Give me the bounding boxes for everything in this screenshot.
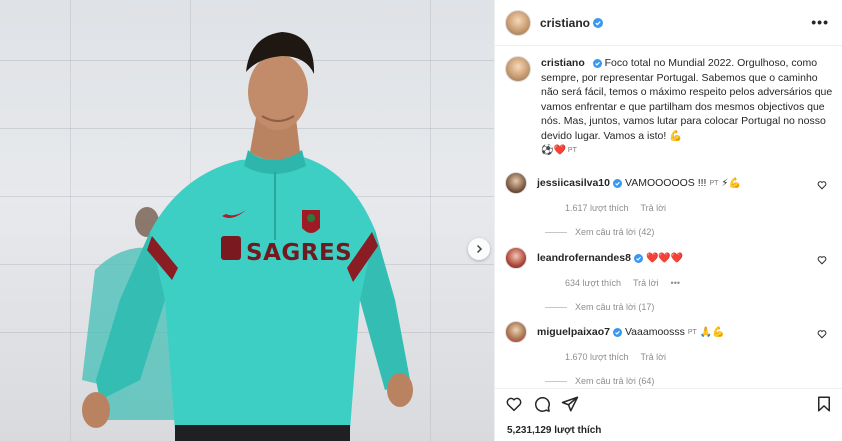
caption-text: Foco total no Mundial 2022. Orgulhoso, c… — [541, 57, 833, 142]
commenter-username[interactable]: miguelpaixao7 — [537, 326, 610, 338]
post-photo[interactable]: SAGRES — [0, 0, 494, 441]
commenter-username[interactable]: jessiicasilva10 — [537, 177, 610, 189]
reply-button[interactable]: Trả lời — [640, 352, 666, 362]
verified-badge-icon — [633, 253, 643, 263]
verified-badge-icon — [593, 17, 604, 28]
comment-like-icon[interactable] — [817, 255, 827, 265]
comment-like-count[interactable]: 1.670 lượt thích — [565, 352, 628, 362]
post-dialog: SAGRES cristiano ••• cristiano Foco tota… — [0, 0, 842, 441]
author-username[interactable]: cristiano — [540, 16, 590, 30]
post-like-count[interactable]: 5,231,129 lượt thích — [507, 425, 601, 436]
chevron-right-icon — [476, 244, 483, 254]
comment-like-icon[interactable] — [817, 329, 827, 339]
view-replies-label: Xem câu trả lời (64) — [575, 376, 655, 386]
verified-badge-icon — [612, 178, 622, 188]
reply-button[interactable]: Trả lời — [640, 203, 666, 213]
commenter-username[interactable]: leandrofernandes8 — [537, 252, 631, 264]
heart-icon[interactable] — [505, 395, 523, 413]
comment-item: leandrofernandes8 ❤️❤️❤️ 634 lượt thích … — [505, 247, 835, 312]
comment-more-button[interactable]: ••• — [671, 278, 680, 288]
comment-emoji: 🙏💪 — [699, 326, 725, 338]
post-header: cristiano ••• — [495, 0, 842, 46]
shirt-sponsor-text: SAGRES — [246, 240, 353, 266]
flag-label: PT — [709, 179, 719, 187]
comment-like-count[interactable]: 634 lượt thích — [565, 278, 621, 288]
comment-like-count[interactable]: 1.617 lượt thích — [565, 203, 628, 213]
caption-footer: ⚽❤️ PT — [541, 144, 835, 159]
comment-text: VAMOOOOOS !!! — [624, 177, 707, 189]
player-illustration — [82, 32, 413, 441]
caption-emoji: ⚽❤️ — [541, 145, 566, 156]
comment-emoji: ⚡💪 — [721, 177, 741, 189]
comment-like-icon[interactable] — [817, 180, 827, 190]
commenter-avatar[interactable] — [505, 247, 527, 269]
verified-badge-icon — [592, 59, 602, 68]
bookmark-icon[interactable] — [815, 395, 833, 413]
comment-icon[interactable] — [533, 395, 551, 413]
comment-item: jessiicasilva10 VAMOOOOOS !!! PT ⚡💪 1.61… — [505, 172, 835, 237]
verified-badge-icon — [612, 327, 622, 337]
commenter-avatar[interactable] — [505, 321, 527, 343]
comment-item: miguelpaixao7 Vaaamoosss PT 🙏💪 1.670 lượ… — [505, 321, 835, 386]
view-replies-button[interactable]: Xem câu trả lời (64) — [545, 376, 835, 386]
post-caption: cristiano Foco total no Mundial 2022. Or… — [505, 56, 835, 159]
reply-button[interactable]: Trả lời — [633, 278, 659, 288]
commenter-avatar[interactable] — [505, 172, 527, 194]
author-avatar[interactable] — [505, 9, 531, 36]
comment-emoji: ❤️❤️❤️ — [645, 252, 684, 264]
share-icon[interactable] — [561, 395, 579, 413]
caption-author-username[interactable]: cristiano — [541, 57, 585, 69]
comment-text: Vaaamoosss — [624, 326, 685, 338]
more-options-button[interactable]: ••• — [811, 14, 829, 30]
replies-divider — [545, 380, 567, 382]
caption-author-avatar[interactable] — [505, 56, 531, 82]
replies-divider — [545, 306, 567, 308]
view-replies-button[interactable]: Xem câu trả lời (42) — [545, 227, 835, 237]
view-replies-label: Xem câu trả lời (17) — [575, 302, 655, 312]
post-actions: 5,231,129 lượt thích — [495, 388, 842, 441]
flag-label: PT — [687, 328, 697, 336]
view-replies-label: Xem câu trả lời (42) — [575, 227, 655, 237]
replies-divider — [545, 231, 567, 233]
post-sidebar: cristiano ••• cristiano Foco total no Mu… — [494, 0, 842, 441]
next-photo-button[interactable] — [468, 238, 490, 260]
view-replies-button[interactable]: Xem câu trả lời (17) — [545, 302, 835, 312]
flag-label: PT — [567, 147, 577, 154]
